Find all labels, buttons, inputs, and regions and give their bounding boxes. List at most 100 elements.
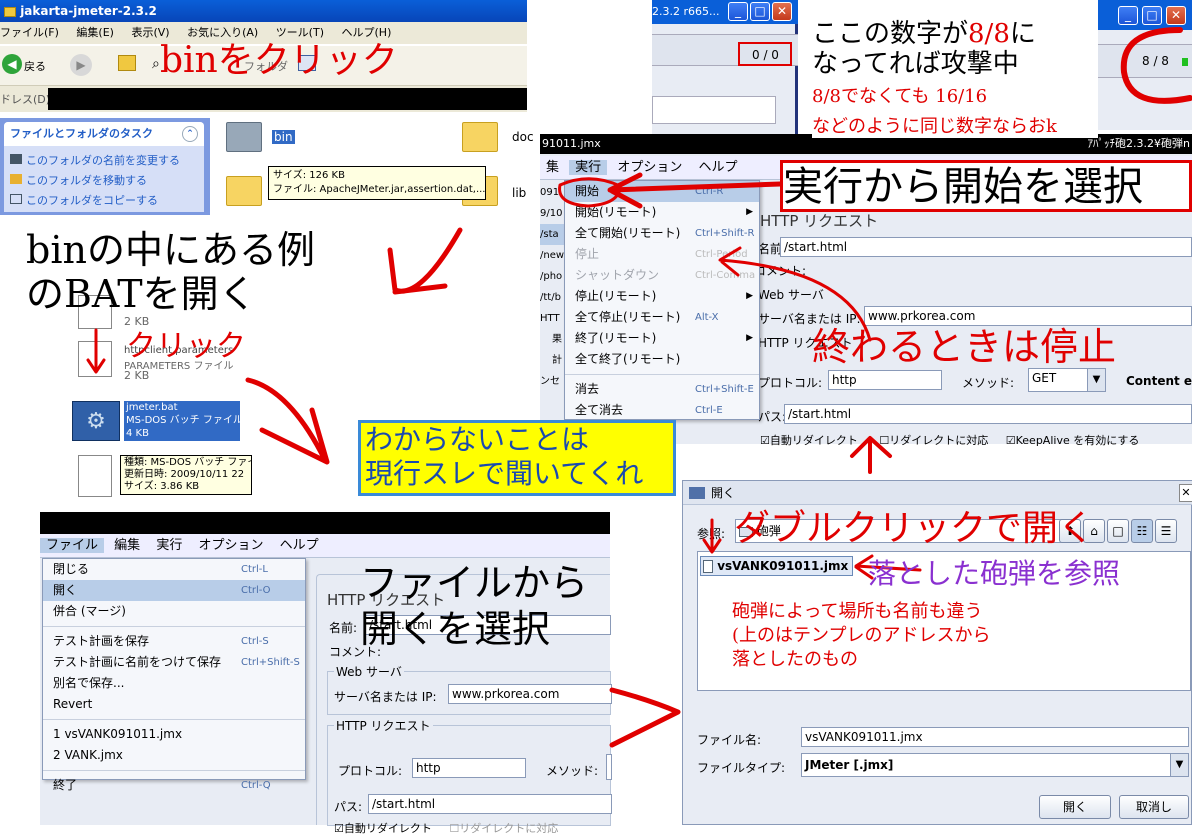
- redirect-checkbox[interactable]: ☑: [334, 822, 344, 834]
- filetype-select[interactable]: JMeter [.jmx] ▼: [801, 753, 1189, 777]
- filename-field[interactable]: vsVANK091011.jmx: [801, 727, 1189, 747]
- menu-item-clear[interactable]: 消去 Ctrl+Shift-E: [565, 379, 759, 400]
- menu-item-start-all-remote[interactable]: 全て開始(リモート) Ctrl+Shift-R: [565, 223, 759, 244]
- method-select[interactable]: [606, 754, 612, 780]
- menu-item-recent-2[interactable]: 2 VANK.jmx: [43, 745, 305, 766]
- tree-item[interactable]: 091: [540, 182, 566, 203]
- details-view-icon[interactable]: ☰: [1155, 519, 1177, 543]
- menu-item-revert[interactable]: Revert: [43, 694, 305, 715]
- menu-options[interactable]: オプション: [192, 538, 269, 553]
- menu-edit[interactable]: 編集(E): [76, 26, 114, 39]
- menu-item-save[interactable]: テスト計画を保存 Ctrl-S: [43, 631, 305, 652]
- tree-item[interactable]: /pho: [540, 266, 566, 287]
- new-folder-button[interactable]: □: [1107, 519, 1129, 543]
- method-select[interactable]: GET ▼: [1028, 368, 1106, 392]
- collapse-icon[interactable]: ⌃: [182, 126, 198, 142]
- menu-help[interactable]: ヘルプ(H): [342, 26, 392, 39]
- menu-item-exit[interactable]: 終了 Ctrl-Q: [43, 775, 305, 796]
- menu-help[interactable]: ヘルプ: [692, 160, 743, 175]
- follow-checkbox[interactable]: ☐: [879, 434, 889, 446]
- menu-item-open[interactable]: 開く Ctrl-O: [43, 580, 305, 601]
- folder-lib[interactable]: [226, 176, 266, 212]
- menu-item-stop-all-remote[interactable]: 全て停止(リモート) Alt-X: [565, 307, 759, 328]
- tree-item[interactable]: HTT: [540, 308, 566, 329]
- back-label[interactable]: 戻る: [24, 58, 46, 74]
- maximize-button[interactable]: □: [750, 2, 770, 21]
- follow-checkbox[interactable]: ☐: [449, 822, 459, 834]
- menu-view[interactable]: 表示(V): [131, 26, 169, 39]
- tasks-header[interactable]: ファイルとフォルダのタスク ⌃: [4, 122, 204, 146]
- menu-options[interactable]: オプション: [611, 160, 688, 175]
- folder-lib-label[interactable]: lib: [512, 186, 526, 200]
- menu-edit[interactable]: 集: [540, 160, 565, 175]
- minimize-button[interactable]: _: [1118, 6, 1138, 25]
- menu-favorites[interactable]: お気に入り(A): [187, 26, 258, 39]
- menu-help[interactable]: ヘルプ: [274, 538, 325, 553]
- menu-item-merge[interactable]: 併合 (マージ): [43, 601, 305, 622]
- menu-run[interactable]: 実行: [150, 538, 188, 553]
- file-jmeter-bat[interactable]: ⚙ jmeter.bat MS-DOS バッチ ファイル 4 KB: [72, 399, 244, 443]
- menu-item-clear-all[interactable]: 全て消去 Ctrl-E: [565, 400, 759, 421]
- up-folder-icon[interactable]: [118, 55, 136, 71]
- back-icon[interactable]: ◀: [2, 54, 22, 74]
- protocol-field[interactable]: http: [828, 370, 942, 390]
- menu-run[interactable]: 実行: [569, 160, 608, 175]
- menu-item-start[interactable]: 開始 Ctrl-R: [565, 181, 759, 202]
- close-button[interactable]: ✕: [772, 2, 792, 21]
- name-field[interactable]: /start.html: [780, 237, 1192, 257]
- annotation-browse-shell: 落とした砲弾を参照: [868, 557, 1121, 590]
- menu-tools[interactable]: ツール(T): [276, 26, 324, 39]
- task-copy[interactable]: このフォルダをコピーする: [4, 192, 204, 212]
- keepalive-checkbox[interactable]: ☑: [1006, 434, 1016, 446]
- search-icon[interactable]: ⌕: [152, 56, 160, 72]
- menu-edit[interactable]: 編集: [108, 538, 146, 553]
- tree-item[interactable]: /sta: [540, 224, 566, 245]
- server-field[interactable]: www.prkorea.com: [864, 306, 1192, 326]
- menu-item-save-as[interactable]: テスト計画に名前をつけて保存 Ctrl+Shift-S: [43, 652, 305, 673]
- tree-item[interactable]: ンセ: [540, 371, 566, 392]
- folder-docs[interactable]: [462, 122, 502, 158]
- file-item[interactable]: vsVANK091011.jmx: [700, 556, 854, 576]
- menu-item-exit-all-remote[interactable]: 全て終了(リモート): [565, 349, 759, 370]
- method-label: メソッド:: [546, 764, 599, 778]
- file2-size: 2 KB: [124, 369, 150, 382]
- menu-file[interactable]: ファイル: [40, 538, 105, 553]
- cancel-button[interactable]: 取消し: [1119, 795, 1189, 819]
- tree-item[interactable]: /tt/b: [540, 287, 566, 308]
- counter-note3: なってれば攻撃中: [812, 48, 1019, 79]
- file1-size: 2 KB: [124, 315, 150, 328]
- minimize-button[interactable]: _: [728, 2, 748, 21]
- task-rename[interactable]: このフォルダの名前を変更する: [4, 152, 204, 172]
- tree-item[interactable]: 9/10: [540, 203, 566, 224]
- menu-item-stop-remote[interactable]: 停止(リモート) ▶: [565, 286, 759, 307]
- maximize-button[interactable]: □: [1142, 6, 1162, 25]
- menu-file[interactable]: ファイル(F): [0, 26, 59, 39]
- menu-item-close[interactable]: 閉じる Ctrl-L: [43, 559, 305, 580]
- menu-item-shutdown[interactable]: シャットダウン Ctrl-Comma: [565, 265, 759, 286]
- tree-item[interactable]: 計: [540, 350, 566, 371]
- chevron-down-icon[interactable]: ▼: [1170, 754, 1188, 776]
- address-input[interactable]: [48, 88, 527, 110]
- folder-bin[interactable]: [226, 122, 266, 158]
- list-view-icon[interactable]: ☷: [1131, 519, 1153, 543]
- menu-item-start-remote[interactable]: 開始(リモート) ▶: [565, 202, 759, 223]
- path-field[interactable]: /start.html: [784, 404, 1192, 424]
- menu-item-save-alias[interactable]: 別名で保存...: [43, 673, 305, 694]
- protocol-field[interactable]: http: [412, 758, 526, 778]
- menu-item-exit-remote[interactable]: 終了(リモート) ▶: [565, 328, 759, 349]
- tree-item[interactable]: 果: [540, 329, 566, 350]
- path-field[interactable]: /start.html: [368, 794, 612, 814]
- forward-icon[interactable]: ▶: [70, 54, 92, 76]
- folder-bin-label[interactable]: bin: [272, 130, 295, 144]
- folder-docs-label[interactable]: doc: [512, 130, 534, 144]
- open-button[interactable]: 開く: [1039, 795, 1111, 819]
- server-field[interactable]: www.prkorea.com: [448, 684, 612, 704]
- close-icon[interactable]: ✕: [1179, 484, 1192, 502]
- chevron-down-icon[interactable]: ▼: [1087, 369, 1105, 391]
- task-move[interactable]: このフォルダを移動する: [4, 172, 204, 192]
- menu-item-stop[interactable]: 停止 Ctrl-Period: [565, 244, 759, 265]
- close-button[interactable]: ✕: [1166, 6, 1186, 25]
- redirect-checkbox[interactable]: ☑: [760, 434, 770, 446]
- tree-item[interactable]: /new: [540, 245, 566, 266]
- menu-item-recent-1[interactable]: 1 vsVANK091011.jmx: [43, 724, 305, 745]
